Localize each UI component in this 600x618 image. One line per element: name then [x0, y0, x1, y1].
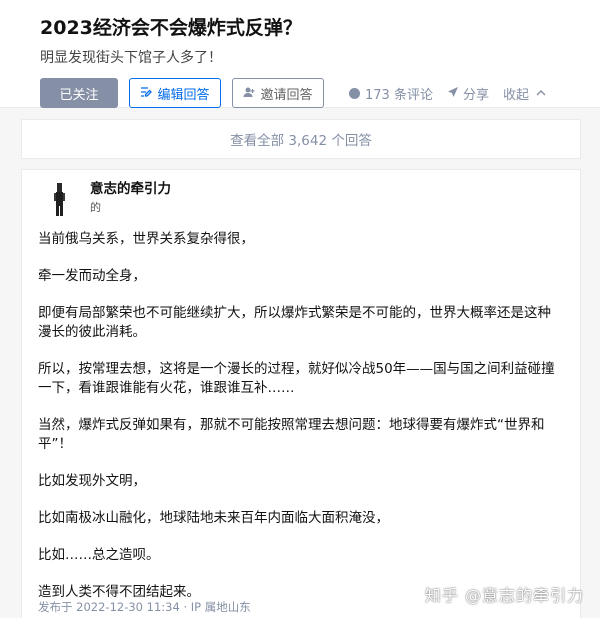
author-block: 意志的牵引力 的 — [38, 180, 564, 224]
question-header: 2023经济会不会爆炸式反弹？ 明显发现街头下馆子人多了！ 已关注 编辑回答 邀… — [0, 0, 600, 108]
author-name[interactable]: 意志的牵引力 — [90, 180, 171, 198]
avatar[interactable] — [42, 180, 80, 218]
answer-paragraph: 牵一发而动全身， — [38, 268, 146, 284]
followed-button[interactable]: 已关注 — [40, 78, 118, 108]
collapse-label: 收起 — [502, 87, 529, 103]
invite-answer-label: 邀请回答 — [260, 87, 313, 103]
question-title[interactable]: 2023经济会不会爆炸式反弹？ — [40, 14, 560, 42]
edit-icon — [140, 86, 153, 101]
comments-button[interactable]: 173 条评论 — [349, 84, 433, 103]
view-all-answers-button[interactable]: 查看全部 3,642 个回答 — [21, 119, 581, 159]
author-bio: 的 — [90, 201, 101, 214]
chevron-up-icon — [536, 86, 546, 100]
question-actions: 已关注 编辑回答 邀请回答 173 条评论 分享 收起 — [40, 78, 560, 108]
collapse-button[interactable]: 收起 — [503, 84, 546, 103]
share-button[interactable]: 分享 — [447, 84, 489, 103]
edit-answer-button[interactable]: 编辑回答 — [129, 78, 221, 108]
answer-timestamp[interactable]: 发布于 2022-12-30 11:34 · IP 属地山东 — [38, 599, 251, 615]
share-icon — [447, 86, 459, 101]
watermark: 知乎 @意志的牵引力 — [424, 586, 584, 605]
answer-paragraph: 比如发现外文明， — [38, 473, 146, 489]
answer-card: 意志的牵引力 的 当前俄乌关系，世界关系复杂得很， 牵一发而动全身， 即便有局部… — [21, 169, 581, 618]
comment-icon — [349, 87, 360, 99]
invite-answer-button[interactable]: 邀请回答 — [232, 78, 324, 108]
comments-label: 173 条评论 — [365, 87, 433, 103]
answer-content: 当前俄乌关系，世界关系复杂得很， 牵一发而动全身， 即便有局部繁荣也不可能继续扩… — [38, 230, 564, 602]
answer-paragraph: 当然，爆炸式反弹如果有，那就不可能按照常理去想问题：地球得要有爆炸式“世界和平”… — [38, 417, 545, 452]
edit-answer-label: 编辑回答 — [157, 87, 210, 103]
answer-paragraph: 当前俄乌关系，世界关系复杂得很， — [38, 231, 254, 247]
question-detail: 明显发现街头下馆子人多了！ — [40, 50, 222, 66]
author-info: 意志的牵引力 的 — [90, 180, 171, 216]
answer-paragraph: 比如南极冰山融化，地球陆地未来百年内面临大面积淹没， — [38, 510, 389, 526]
answer-paragraph: 比如……总之造呗。 — [38, 547, 160, 563]
invite-icon — [243, 86, 255, 101]
answer-paragraph: 所以，按常理去想，这将是一个漫长的过程，就好似冷战50年——国与国之间利益碰撞一… — [38, 361, 555, 396]
answer-paragraph: 即便有局部繁荣也不可能继续扩大，所以爆炸式繁荣是不可能的，世界大概率还是这种漫长… — [38, 305, 551, 340]
share-label: 分享 — [462, 87, 489, 103]
